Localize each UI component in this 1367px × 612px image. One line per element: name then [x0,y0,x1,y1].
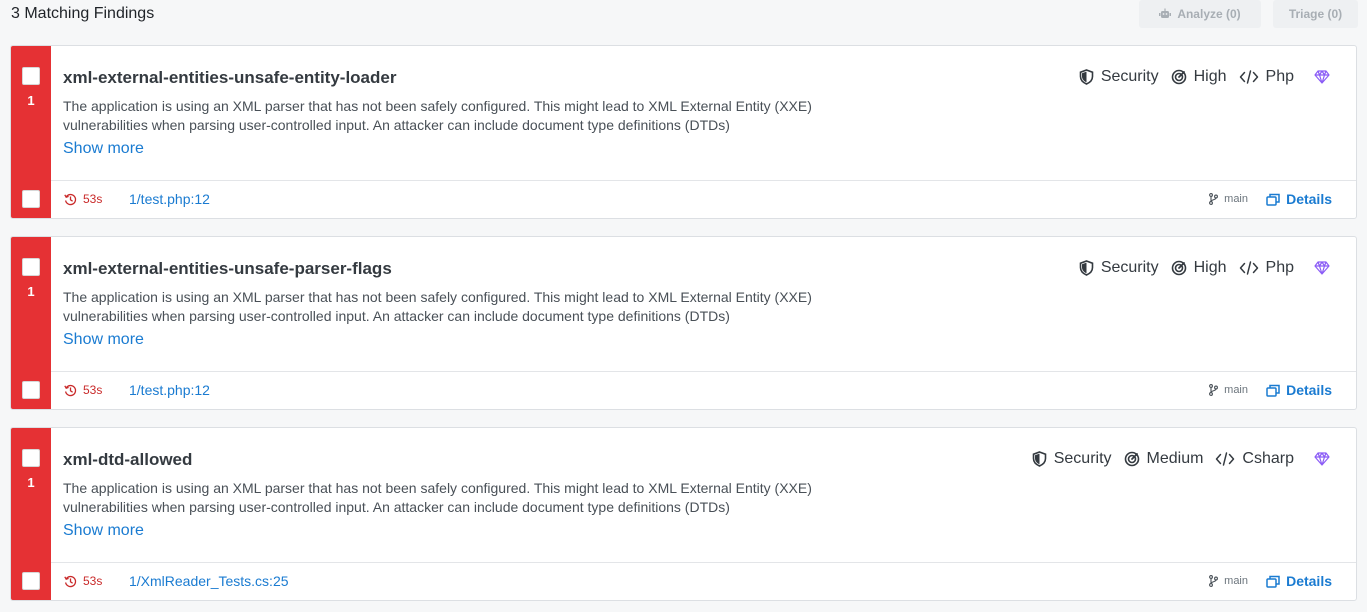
finding-select-checkbox[interactable] [22,67,40,85]
branch-label: main [1224,384,1248,396]
gem-icon [1314,70,1330,84]
branch-info: main [1209,575,1248,587]
finding-title[interactable]: xml-dtd-allowed [63,450,192,470]
git-branch-icon [1209,575,1219,587]
language-tag: Php [1239,68,1294,86]
file-location-link[interactable]: 1/XmlReader_Tests.cs:25 [129,573,289,589]
language-tag: Csharp [1215,450,1294,468]
shield-icon [1079,260,1094,276]
robot-icon [1159,8,1172,20]
finding-select-checkbox[interactable] [22,449,40,467]
finding-count: 1 [27,93,35,108]
confidence-label: High [1193,68,1227,85]
details-label: Details [1286,573,1332,589]
details-label: Details [1286,382,1332,398]
branch-label: main [1224,575,1248,587]
gauge-icon [1124,451,1140,467]
window-icon [1266,193,1280,206]
category-tag: Security [1079,68,1159,86]
show-more-link[interactable]: Show more [63,522,144,540]
location-select-checkbox[interactable] [22,190,40,208]
finding-description: The application is using an XML parser t… [63,98,812,133]
triage-button[interactable]: Triage (0) [1273,0,1358,28]
history-icon [64,575,77,588]
category-tag: Security [1032,450,1112,468]
time-label: 53s [83,383,103,397]
confidence-tag: High [1171,259,1227,277]
git-branch-icon [1209,193,1219,205]
time-ago: 53s [64,192,102,206]
confidence-label: High [1193,259,1227,276]
gem-icon [1314,261,1330,275]
analyze-button[interactable]: Analyze (0) [1139,0,1261,28]
time-ago: 53s [64,574,102,588]
finding-location-row: 53s 1/test.php:12 main Details [51,371,1356,409]
results-header: 3 Matching Findings Analyze (0) Triage (… [0,0,1367,32]
severity-bar: 1 [11,237,51,409]
show-more-link[interactable]: Show more [63,140,144,158]
finding-tags: Security Medium Csharp [1032,450,1330,468]
window-icon [1266,575,1280,588]
language-label: Php [1265,68,1294,85]
finding-count: 1 [27,475,35,490]
language-tag: Php [1239,259,1294,277]
details-button[interactable]: Details [1266,191,1332,207]
file-location-link[interactable]: 1/test.php:12 [129,191,210,207]
code-icon [1239,70,1259,84]
severity-bar: 1 [11,46,51,218]
finding-card: 1 xml-external-entities-unsafe-entity-lo… [10,45,1357,219]
severity-bar: 1 [11,428,51,600]
finding-location-row: 53s 1/test.php:12 main Details [51,180,1356,218]
details-button[interactable]: Details [1266,573,1332,589]
show-more-link[interactable]: Show more [63,331,144,349]
branch-info: main [1209,193,1248,205]
category-label: Security [1100,68,1159,85]
language-label: Php [1265,259,1294,276]
branch-info: main [1209,384,1248,396]
confidence-tag: Medium [1124,450,1204,468]
shield-icon [1079,69,1094,85]
finding-description: The application is using an XML parser t… [63,480,812,515]
finding-card: 1 xml-dtd-allowed The application is usi… [10,427,1357,601]
git-branch-icon [1209,384,1219,396]
finding-card: 1 xml-external-entities-unsafe-parser-fl… [10,236,1357,410]
finding-tags: Security High Php [1079,259,1330,277]
finding-title[interactable]: xml-external-entities-unsafe-entity-load… [63,68,396,88]
results-count-heading: 3 Matching Findings [11,5,155,22]
confidence-tag: High [1171,68,1227,86]
gem-icon [1314,452,1330,466]
code-icon [1215,452,1235,466]
history-icon [64,384,77,397]
category-label: Security [1100,259,1159,276]
branch-label: main [1224,193,1248,205]
finding-location-row: 53s 1/XmlReader_Tests.cs:25 main Details [51,562,1356,600]
triage-label: Triage (0) [1288,7,1343,21]
finding-count: 1 [27,284,35,299]
category-label: Security [1053,450,1112,467]
category-tag: Security [1079,259,1159,277]
gauge-icon [1171,69,1187,85]
time-ago: 53s [64,383,102,397]
code-icon [1239,261,1259,275]
details-button[interactable]: Details [1266,382,1332,398]
finding-description: The application is using an XML parser t… [63,289,812,324]
language-label: Csharp [1242,450,1294,467]
confidence-label: Medium [1146,450,1204,467]
finding-tags: Security High Php [1079,68,1330,86]
location-select-checkbox[interactable] [22,381,40,399]
finding-title[interactable]: xml-external-entities-unsafe-parser-flag… [63,259,392,279]
details-label: Details [1286,191,1332,207]
finding-select-checkbox[interactable] [22,258,40,276]
gauge-icon [1171,260,1187,276]
file-location-link[interactable]: 1/test.php:12 [129,382,210,398]
time-label: 53s [83,192,103,206]
window-icon [1266,384,1280,397]
time-label: 53s [83,574,103,588]
analyze-label: Analyze (0) [1177,7,1241,21]
location-select-checkbox[interactable] [22,572,40,590]
shield-icon [1032,451,1047,467]
history-icon [64,193,77,206]
